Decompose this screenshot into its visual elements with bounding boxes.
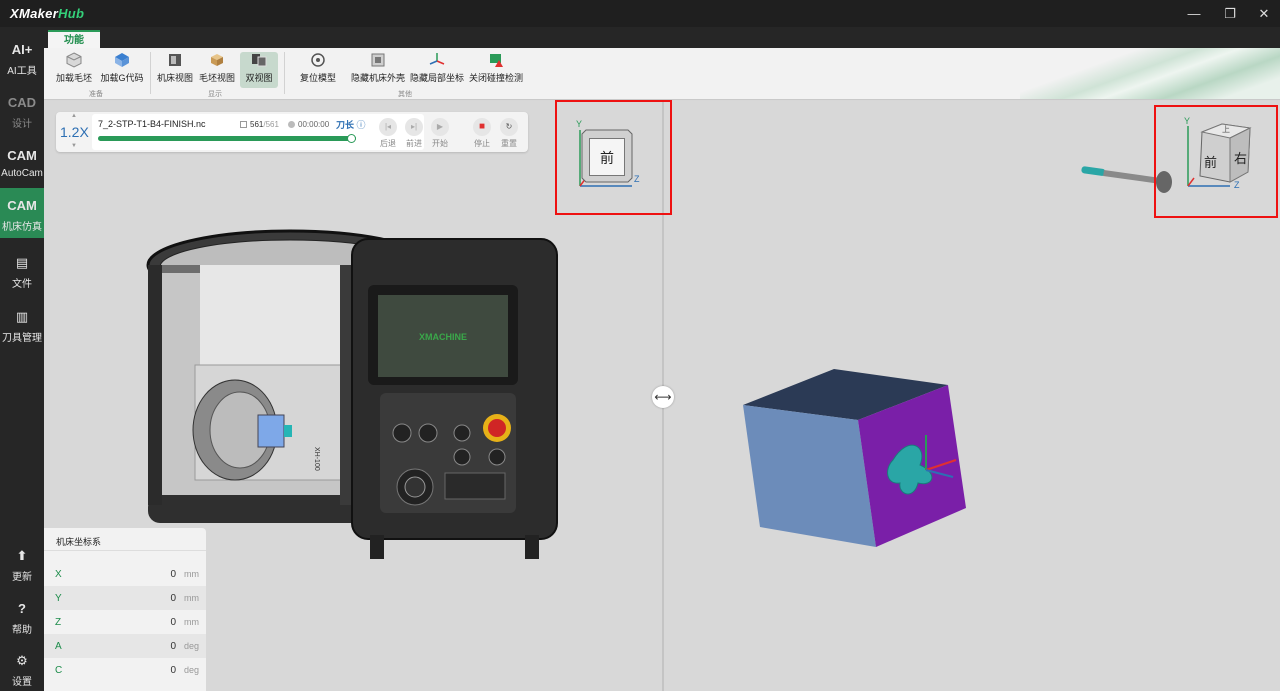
machine-model: XMACHINE XH-100 xyxy=(146,229,558,559)
axis-label-z: Z xyxy=(634,174,640,184)
group-label-display: 显示 xyxy=(208,91,222,98)
dual-view-button[interactable]: 双视图 xyxy=(240,52,278,88)
coord-row-z: Z 0 mm xyxy=(55,617,199,628)
cam-icon: CAM xyxy=(7,148,37,163)
elapsed-time: 00:00:00 xyxy=(288,120,329,129)
gcode-icon xyxy=(115,53,129,67)
title-bar: XMakerHub — ❐ ✕ xyxy=(0,0,1280,27)
sidebar-item-help[interactable]: ? 帮助 xyxy=(0,591,44,643)
update-icon: ⬆ xyxy=(16,548,28,563)
coord-row-c: C 0 deg xyxy=(55,665,200,676)
tab-functions[interactable]: 功能 xyxy=(48,30,100,48)
restore-button[interactable]: ❐ xyxy=(1212,0,1248,27)
cad-icon: CAD xyxy=(7,95,37,110)
speed-value[interactable]: 1.2X xyxy=(60,124,89,140)
stop-button[interactable]: ■ 停止 xyxy=(470,118,494,149)
play-icon: ▶ xyxy=(431,118,449,136)
cube-face-front[interactable]: 前 xyxy=(1204,152,1217,171)
machine-coordinate-panel: 机床坐标系 X 0 mm Y 0 mm Z 0 mm A 0 deg C 0 deg xyxy=(44,528,206,691)
info-icon: ⓘ xyxy=(356,120,366,130)
step-back-icon: |◂ xyxy=(379,118,397,136)
sidebar-item-settings[interactable]: ⚙ 设置 xyxy=(0,643,44,691)
coord-row-a: A 0 deg xyxy=(44,634,206,658)
clock-icon xyxy=(288,121,295,128)
disable-collision-button[interactable]: 关闭碰撞检测 xyxy=(468,52,524,88)
machine-sim-icon: CAM xyxy=(7,198,37,213)
stock-view-icon xyxy=(211,54,223,66)
ribbon-separator xyxy=(284,52,285,94)
speed-down-arrow-icon[interactable]: ▼ xyxy=(71,143,77,149)
group-label-prepare: 准备 xyxy=(89,91,103,98)
folder-icon: ▤ xyxy=(15,255,29,270)
reset-model-button[interactable]: 复位模型 xyxy=(296,52,340,88)
sidebar-item-update[interactable]: ⬆ 更新 xyxy=(0,538,44,590)
cube-face-top[interactable]: 上 xyxy=(1222,124,1230,135)
divider xyxy=(44,550,206,551)
stop-icon: ■ xyxy=(473,118,491,136)
hide-local-coords-button[interactable]: 隐藏局部坐标 xyxy=(410,52,464,88)
dual-view-icon xyxy=(252,54,267,67)
close-button[interactable]: ✕ xyxy=(1246,0,1280,27)
group-label-other: 其他 xyxy=(398,91,412,98)
view-cube-left[interactable]: 前 Y Z xyxy=(570,118,650,198)
gear-icon: ⚙ xyxy=(16,653,28,668)
coord-row-x: X 0 mm xyxy=(55,569,199,580)
sidebar-item-machine-sim[interactable]: CAM 机床仿真 xyxy=(0,188,44,238)
playback-panel: ▲ 1.2X ▼ 7_2-STP-T1-B4-FINISH.nc 561/561… xyxy=(56,112,528,152)
step-back-button[interactable]: |◂ 后退 xyxy=(376,118,400,149)
stock-view-button[interactable]: 毛坯视图 xyxy=(198,52,236,88)
progress-handle[interactable] xyxy=(347,134,356,143)
help-icon: ? xyxy=(18,601,26,616)
tool-length-toggle[interactable]: 刀长 ⓘ xyxy=(336,118,366,131)
progress-fill xyxy=(98,136,356,141)
axis-label-y: Y xyxy=(576,119,583,129)
progress-card: 7_2-STP-T1-B4-FINISH.nc 561/561 00:00:00… xyxy=(92,114,424,150)
cube-face-right[interactable]: 右 xyxy=(1234,148,1247,167)
start-button[interactable]: ▶ 开始 xyxy=(428,118,452,149)
machine-screen-brand: XMACHINE xyxy=(419,332,467,342)
axis-label-z: Z xyxy=(1234,180,1240,190)
hide-machine-shell-button[interactable]: 隐藏机床外壳 xyxy=(350,52,406,88)
speed-up-arrow-icon[interactable]: ▲ xyxy=(71,113,77,119)
coords-icon xyxy=(429,53,445,65)
sidebar-item-tool-manager[interactable]: ▥ 刀具管理 xyxy=(0,299,44,351)
swap-views-button[interactable]: ⟷ xyxy=(652,386,674,408)
step-forward-button[interactable]: ▸| 前进 xyxy=(402,118,426,149)
coord-row-y: Y 0 mm xyxy=(44,586,206,610)
machine-view-icon xyxy=(169,54,181,66)
reset-button[interactable]: ↻ 重置 xyxy=(497,118,521,149)
load-gcode-button[interactable]: 加载G代码 xyxy=(100,52,144,88)
ribbon-decoration xyxy=(1020,48,1280,99)
sidebar-item-files[interactable]: ▤ 文件 xyxy=(0,245,44,297)
sidebar-item-ai-tools[interactable]: AI+ AI工具 xyxy=(0,32,44,84)
ribbon-toolbar: 加载毛坯 加载G代码 准备 机床视图 毛坯视图 双视图 显示 复位模型 隐藏机床… xyxy=(44,48,1280,100)
load-stock-button[interactable]: 加载毛坯 xyxy=(54,52,94,88)
app-logo: XMakerHub xyxy=(10,6,85,21)
left-sidebar: AI+ AI工具 CAD 设计 CAM AutoCam CAM 机床仿真 ▤ 文… xyxy=(0,27,44,691)
line-counter: 561/561 xyxy=(240,120,279,129)
tool-icon: ▥ xyxy=(15,309,29,324)
machine-view-button[interactable]: 机床视图 xyxy=(156,52,194,88)
checkbox-icon[interactable] xyxy=(240,121,247,128)
sidebar-item-cad[interactable]: CAD 设计 xyxy=(0,85,44,137)
ribbon-tabs: 功能 xyxy=(44,27,1280,48)
cube-face-front[interactable]: 前 xyxy=(589,138,625,176)
coord-panel-title: 机床坐标系 xyxy=(56,537,102,547)
ai-icon: AI+ xyxy=(11,42,33,57)
stock-model xyxy=(743,369,966,547)
gcode-file-name: 7_2-STP-T1-B4-FINISH.nc xyxy=(98,119,206,129)
collision-icon xyxy=(490,54,503,67)
step-forward-icon: ▸| xyxy=(405,118,423,136)
stock-icon xyxy=(66,52,82,68)
view-cube-right[interactable]: 前 右 上 Y Z xyxy=(1178,116,1268,200)
reset-icon xyxy=(311,53,325,67)
ribbon-separator xyxy=(150,52,151,94)
hide-shell-icon xyxy=(371,53,385,67)
minimize-button[interactable]: — xyxy=(1176,0,1212,27)
machine-side-label: XH-100 xyxy=(313,447,320,471)
reset-icon: ↻ xyxy=(500,118,518,136)
progress-track[interactable] xyxy=(98,134,356,143)
sidebar-item-autocam[interactable]: CAM AutoCam xyxy=(0,138,44,190)
axis-label-y: Y xyxy=(1184,116,1191,126)
